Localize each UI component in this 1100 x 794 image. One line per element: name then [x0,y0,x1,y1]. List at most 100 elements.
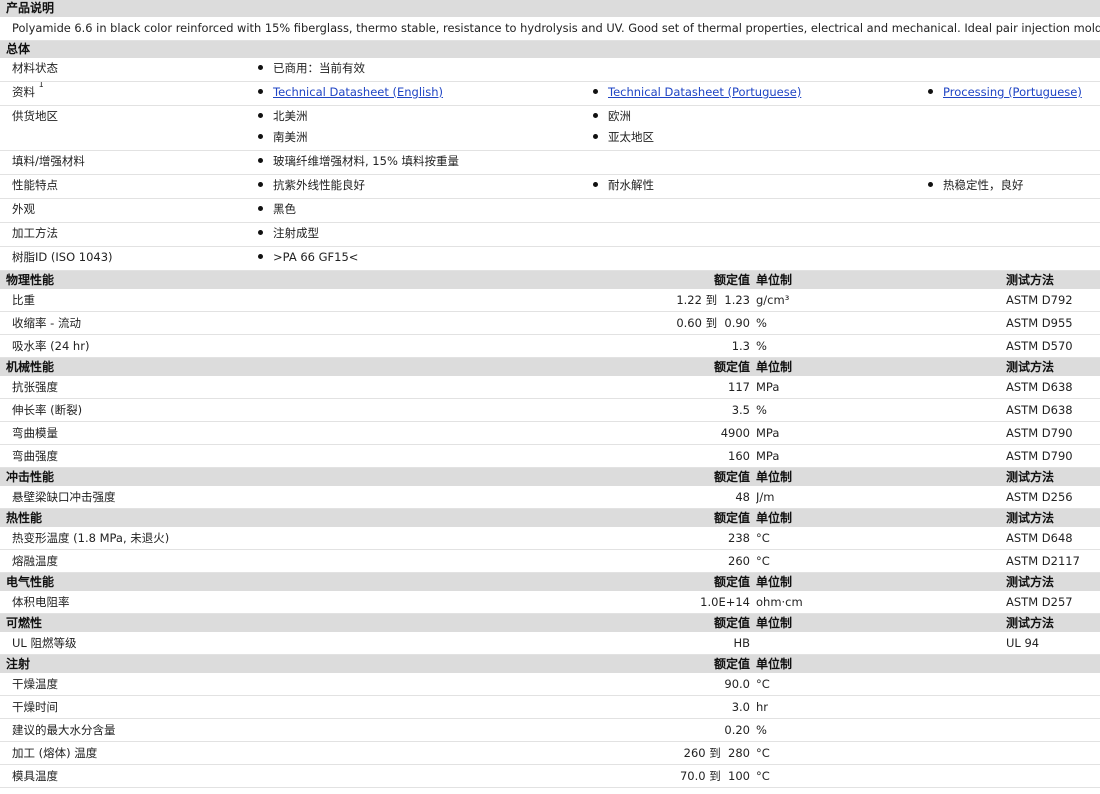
property-row: 建议的最大水分含量 0.20% [0,718,1100,742]
general-value: 玻璃纤维增强材料, 15% 填料按重量 [256,151,591,172]
property-row: 收缩率 - 流动 0.60 到 0.90% ASTM D955 [0,311,1100,335]
section-header: 可燃性 额定值 单位制 测试方法 [0,613,1100,632]
datasheet-link-text[interactable]: Processing (Portuguese) [943,85,1082,99]
property-name: 悬壁梁缺口冲击强度 [0,486,597,509]
datasheet-link-text[interactable]: Technical Datasheet (English) [273,85,443,99]
property-name: 建议的最大水分含量 [0,718,597,742]
property-value: 260 [597,549,756,573]
test-method: ASTM D2117 [1006,549,1100,573]
property-unit: °C [756,764,1006,788]
general-label-text: 填料/增强材料 [12,154,85,168]
general-value-cell: 热稳定性，良好 [926,174,1100,199]
property-row: 悬壁梁缺口冲击强度 48 J/m ASTM D256 [0,486,1100,509]
method-header: 测试方法 [1006,271,1100,289]
property-row: 模具温度 70.0 到 100 °C [0,764,1100,788]
general-label-text: 外观 [12,202,35,216]
method-header: 测试方法 [1006,613,1100,632]
general-value-cell [926,105,1100,151]
property-unit: hr [756,695,1006,719]
general-value-text: >PA 66 GF15< [273,250,359,264]
general-label: 填料/增强材料 [0,150,256,175]
general-value: 亚太地区 [591,127,926,148]
property-value: 1.0E+14 [597,591,756,614]
product-description-header: 产品说明 [0,0,1100,17]
property-name: 模具温度 [0,764,597,788]
method-header: 测试方法 [1006,508,1100,527]
section-header: 物理性能 额定值 单位制 测试方法 [0,271,1100,289]
property-name: 加工 (熔体) 温度 [0,741,597,765]
datasheet-link[interactable]: Processing (Portuguese) [926,82,1100,103]
property-row: 干燥温度 90.0 °C [0,673,1100,696]
general-value-text: 耐水解性 [608,178,654,192]
general-value-cell [591,246,926,271]
general-value-text: 南美洲 [273,130,308,144]
general-value-cell: 黑色 [256,198,591,223]
general-value-text: 北美洲 [273,109,308,123]
property-name: 热变形温度 (1.8 MPa, 未退火) [0,527,597,550]
general-row: 加工方法 注射成型 [0,222,1100,247]
nominal-header: 额定值 [597,271,756,289]
section-title: 冲击性能 [0,467,597,486]
test-method: ASTM D955 [1006,311,1100,335]
property-name: 伸长率 (断裂) [0,398,597,422]
nominal-header: 额定值 [597,467,756,486]
datasheet-link-text[interactable]: Technical Datasheet (Portuguese) [608,85,801,99]
property-unit: MPa [756,376,1006,399]
property-name: 收缩率 - 流动 [0,311,597,335]
property-unit: °C [756,673,1006,696]
property-value: 1.3 [597,334,756,358]
test-method [1006,764,1100,788]
unit-header: 单位制 [756,613,1006,632]
section-header: 电气性能 额定值 单位制 测试方法 [0,572,1100,591]
general-value: 注射成型 [256,223,591,244]
test-method [1006,695,1100,719]
general-row: 外观 黑色 [0,198,1100,223]
unit-header: 单位制 [756,271,1006,289]
general-value-text: 亚太地区 [608,130,654,144]
general-value-cell: Technical Datasheet (Portuguese) [591,81,926,106]
unit-header: 单位制 [756,357,1006,376]
nominal-header: 额定值 [597,654,756,673]
property-value: 70.0 到 100 [597,764,756,788]
general-value-cell: 注射成型 [256,222,591,247]
property-value: 160 [597,444,756,468]
nominal-header: 额定值 [597,613,756,632]
general-value: 耐水解性 [591,175,926,196]
section-header: 注射 额定值 单位制 [0,654,1100,673]
general-value-text: 热稳定性，良好 [943,178,1024,192]
method-header: 测试方法 [1006,357,1100,376]
datasheet-link[interactable]: Technical Datasheet (Portuguese) [591,82,926,103]
property-unit: MPa [756,421,1006,445]
general-value-cell: 耐水解性 [591,174,926,199]
general-label-text: 树脂ID (ISO 1043) [12,250,113,264]
general-value-cell: 已商用：当前有效 [256,58,591,82]
property-unit [756,632,1006,655]
test-method: ASTM D790 [1006,421,1100,445]
datasheet-link[interactable]: Technical Datasheet (English) [256,82,591,103]
section-header: 冲击性能 额定值 单位制 测试方法 [0,467,1100,486]
product-description-text: Polyamide 6.6 in black color reinforced … [0,17,1100,41]
unit-header: 单位制 [756,508,1006,527]
property-name: 体积电阻率 [0,591,597,614]
property-name: 干燥时间 [0,695,597,719]
general-value-text: 注射成型 [273,226,319,240]
general-value-text: 已商用：当前有效 [273,61,365,75]
property-row: 抗张强度 117 MPa ASTM D638 [0,376,1100,399]
property-row: 弯曲强度 160 MPa ASTM D790 [0,444,1100,468]
property-name: 吸水率 (24 hr) [0,334,597,358]
property-row: 熔融温度 260 °C ASTM D2117 [0,549,1100,573]
test-method: ASTM D648 [1006,527,1100,550]
nominal-header: 额定值 [597,357,756,376]
property-value: 3.0 [597,695,756,719]
general-value-cell: >PA 66 GF15< [256,246,591,271]
section-header: 机械性能 额定值 单位制 测试方法 [0,357,1100,376]
general-value-cell [926,222,1100,247]
property-value: 117 [597,376,756,399]
general-row: 材料状态 已商用：当前有效 [0,58,1100,82]
general-value-cell: Technical Datasheet (English) [256,81,591,106]
property-unit: g/cm³ [756,289,1006,312]
property-unit: % [756,334,1006,358]
property-unit: ohm·cm [756,591,1006,614]
test-method: ASTM D257 [1006,591,1100,614]
test-method: ASTM D570 [1006,334,1100,358]
